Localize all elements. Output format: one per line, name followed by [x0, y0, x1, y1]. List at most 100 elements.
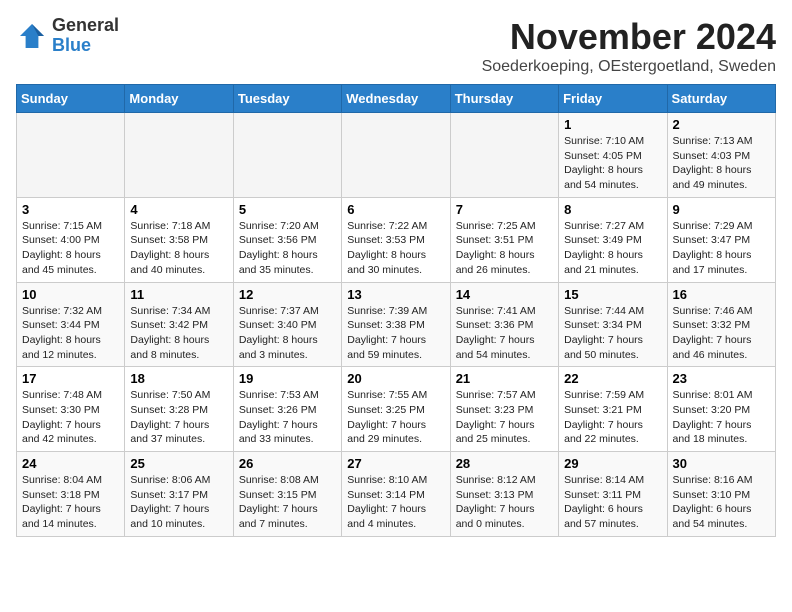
calendar-header: SundayMondayTuesdayWednesdayThursdayFrid… — [17, 85, 776, 113]
calendar-cell: 22 Sunrise: 7:59 AM Sunset: 3:21 PM Dayli… — [559, 367, 667, 452]
day-info: Sunrise: 7:37 AM Sunset: 3:40 PM Dayligh… — [239, 304, 336, 363]
calendar-cell: 27 Sunrise: 8:10 AM Sunset: 3:14 PM Dayli… — [342, 452, 450, 537]
day-info: Sunrise: 7:34 AM Sunset: 3:42 PM Dayligh… — [130, 304, 227, 363]
day-number: 28 — [456, 456, 553, 471]
month-title: November 2024 — [482, 16, 776, 58]
day-number: 14 — [456, 287, 553, 302]
title-area: November 2024 Soederkoeping, OEstergoetl… — [482, 16, 776, 76]
calendar-cell: 19 Sunrise: 7:53 AM Sunset: 3:26 PM Dayli… — [233, 367, 341, 452]
calendar-cell: 24 Sunrise: 8:04 AM Sunset: 3:18 PM Dayli… — [17, 452, 125, 537]
calendar-cell — [342, 113, 450, 198]
day-info: Sunrise: 8:10 AM Sunset: 3:14 PM Dayligh… — [347, 473, 444, 532]
weekday-header-saturday: Saturday — [667, 85, 775, 113]
calendar-week-4: 17Sunrise: 7:48 AM Sunset: 3:30 PM Dayli… — [17, 367, 776, 452]
weekday-header-wednesday: Wednesday — [342, 85, 450, 113]
day-number: 20 — [347, 371, 444, 386]
day-info: Sunrise: 8:08 AM Sunset: 3:15 PM Dayligh… — [239, 473, 336, 532]
day-info: Sunrise: 7:29 AM Sunset: 3:47 PM Dayligh… — [673, 219, 770, 278]
day-info: Sunrise: 7:59 AM Sunset: 3:21 PM Dayligh… — [564, 388, 661, 447]
calendar-cell: 20 Sunrise: 7:55 AM Sunset: 3:25 PM Dayli… — [342, 367, 450, 452]
logo: General Blue — [16, 16, 119, 56]
day-number: 8 — [564, 202, 661, 217]
day-info: Sunrise: 7:25 AM Sunset: 3:51 PM Dayligh… — [456, 219, 553, 278]
calendar-cell: 11 Sunrise: 7:34 AM Sunset: 3:42 PM Dayli… — [125, 282, 233, 367]
calendar-body: 1 Sunrise: 7:10 AM Sunset: 4:05 PM Daylig… — [17, 113, 776, 537]
day-number: 19 — [239, 371, 336, 386]
weekday-header-sunday: Sunday — [17, 85, 125, 113]
day-info: Sunrise: 7:10 AM Sunset: 4:05 PM Dayligh… — [564, 134, 661, 193]
calendar-week-5: 24 Sunrise: 8:04 AM Sunset: 3:18 PM Dayli… — [17, 452, 776, 537]
weekday-header-tuesday: Tuesday — [233, 85, 341, 113]
calendar-cell: 28 Sunrise: 8:12 AM Sunset: 3:13 PM Dayli… — [450, 452, 558, 537]
calendar-cell: 29Sunrise: 8:14 AM Sunset: 3:11 PM Dayli… — [559, 452, 667, 537]
day-number: 23 — [673, 371, 770, 386]
calendar-cell: 5 Sunrise: 7:20 AM Sunset: 3:56 PM Daylig… — [233, 197, 341, 282]
calendar-week-3: 10 Sunrise: 7:32 AM Sunset: 3:44 PM Dayli… — [17, 282, 776, 367]
day-number: 11 — [130, 287, 227, 302]
day-number: 21 — [456, 371, 553, 386]
calendar-cell: 4 Sunrise: 7:18 AM Sunset: 3:58 PM Daylig… — [125, 197, 233, 282]
day-info: Sunrise: 7:39 AM Sunset: 3:38 PM Dayligh… — [347, 304, 444, 363]
calendar: SundayMondayTuesdayWednesdayThursdayFrid… — [16, 84, 776, 537]
day-info: Sunrise: 7:46 AM Sunset: 3:32 PM Dayligh… — [673, 304, 770, 363]
day-number: 13 — [347, 287, 444, 302]
day-number: 5 — [239, 202, 336, 217]
calendar-cell: 12 Sunrise: 7:37 AM Sunset: 3:40 PM Dayli… — [233, 282, 341, 367]
calendar-cell — [125, 113, 233, 198]
day-number: 7 — [456, 202, 553, 217]
calendar-cell: 21 Sunrise: 7:57 AM Sunset: 3:23 PM Dayli… — [450, 367, 558, 452]
day-info: Sunrise: 7:41 AM Sunset: 3:36 PM Dayligh… — [456, 304, 553, 363]
day-info: Sunrise: 7:27 AM Sunset: 3:49 PM Dayligh… — [564, 219, 661, 278]
calendar-cell: 9 Sunrise: 7:29 AM Sunset: 3:47 PM Daylig… — [667, 197, 775, 282]
calendar-cell: 15Sunrise: 7:44 AM Sunset: 3:34 PM Dayli… — [559, 282, 667, 367]
day-info: Sunrise: 7:22 AM Sunset: 3:53 PM Dayligh… — [347, 219, 444, 278]
day-info: Sunrise: 7:57 AM Sunset: 3:23 PM Dayligh… — [456, 388, 553, 447]
day-number: 24 — [22, 456, 119, 471]
day-info: Sunrise: 8:12 AM Sunset: 3:13 PM Dayligh… — [456, 473, 553, 532]
day-info: Sunrise: 7:13 AM Sunset: 4:03 PM Dayligh… — [673, 134, 770, 193]
day-number: 1 — [564, 117, 661, 132]
calendar-cell: 6Sunrise: 7:22 AM Sunset: 3:53 PM Daylig… — [342, 197, 450, 282]
calendar-cell: 14 Sunrise: 7:41 AM Sunset: 3:36 PM Dayli… — [450, 282, 558, 367]
calendar-cell: 25Sunrise: 8:06 AM Sunset: 3:17 PM Dayli… — [125, 452, 233, 537]
day-number: 16 — [673, 287, 770, 302]
day-number: 25 — [130, 456, 227, 471]
day-number: 4 — [130, 202, 227, 217]
day-info: Sunrise: 8:04 AM Sunset: 3:18 PM Dayligh… — [22, 473, 119, 532]
calendar-cell: 23 Sunrise: 8:01 AM Sunset: 3:20 PM Dayli… — [667, 367, 775, 452]
day-number: 17 — [22, 371, 119, 386]
calendar-cell: 8 Sunrise: 7:27 AM Sunset: 3:49 PM Daylig… — [559, 197, 667, 282]
day-info: Sunrise: 7:32 AM Sunset: 3:44 PM Dayligh… — [22, 304, 119, 363]
calendar-cell: 3Sunrise: 7:15 AM Sunset: 4:00 PM Daylig… — [17, 197, 125, 282]
logo-icon — [16, 20, 48, 52]
header: General Blue November 2024 Soederkoeping… — [16, 16, 776, 76]
weekday-header-monday: Monday — [125, 85, 233, 113]
day-number: 30 — [673, 456, 770, 471]
calendar-week-1: 1 Sunrise: 7:10 AM Sunset: 4:05 PM Daylig… — [17, 113, 776, 198]
day-info: Sunrise: 7:55 AM Sunset: 3:25 PM Dayligh… — [347, 388, 444, 447]
day-info: Sunrise: 7:20 AM Sunset: 3:56 PM Dayligh… — [239, 219, 336, 278]
day-info: Sunrise: 7:15 AM Sunset: 4:00 PM Dayligh… — [22, 219, 119, 278]
calendar-cell: 30 Sunrise: 8:16 AM Sunset: 3:10 PM Dayli… — [667, 452, 775, 537]
day-info: Sunrise: 8:01 AM Sunset: 3:20 PM Dayligh… — [673, 388, 770, 447]
day-number: 9 — [673, 202, 770, 217]
day-number: 10 — [22, 287, 119, 302]
calendar-cell: 13 Sunrise: 7:39 AM Sunset: 3:38 PM Dayli… — [342, 282, 450, 367]
day-info: Sunrise: 8:16 AM Sunset: 3:10 PM Dayligh… — [673, 473, 770, 532]
day-number: 2 — [673, 117, 770, 132]
calendar-cell: 7 Sunrise: 7:25 AM Sunset: 3:51 PM Daylig… — [450, 197, 558, 282]
calendar-cell: 16 Sunrise: 7:46 AM Sunset: 3:32 PM Dayli… — [667, 282, 775, 367]
day-number: 22 — [564, 371, 661, 386]
day-info: Sunrise: 7:53 AM Sunset: 3:26 PM Dayligh… — [239, 388, 336, 447]
day-number: 27 — [347, 456, 444, 471]
day-number: 12 — [239, 287, 336, 302]
day-number: 29 — [564, 456, 661, 471]
calendar-week-2: 3Sunrise: 7:15 AM Sunset: 4:00 PM Daylig… — [17, 197, 776, 282]
day-info: Sunrise: 7:18 AM Sunset: 3:58 PM Dayligh… — [130, 219, 227, 278]
day-number: 18 — [130, 371, 227, 386]
day-info: Sunrise: 7:50 AM Sunset: 3:28 PM Dayligh… — [130, 388, 227, 447]
day-info: Sunrise: 7:44 AM Sunset: 3:34 PM Dayligh… — [564, 304, 661, 363]
calendar-cell: 1 Sunrise: 7:10 AM Sunset: 4:05 PM Daylig… — [559, 113, 667, 198]
calendar-cell: 17Sunrise: 7:48 AM Sunset: 3:30 PM Dayli… — [17, 367, 125, 452]
weekday-header-thursday: Thursday — [450, 85, 558, 113]
